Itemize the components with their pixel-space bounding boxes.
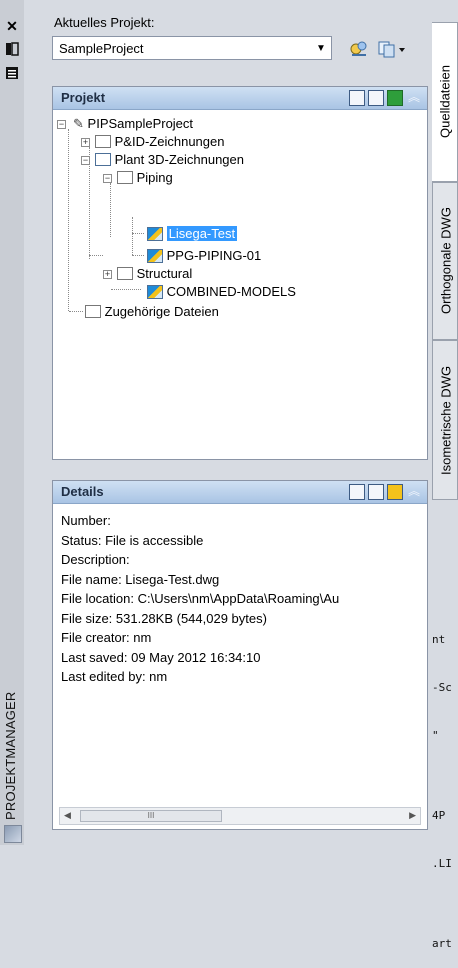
tree-node-ppg-piping[interactable]: PPG-PIPING-01 (147, 247, 261, 265)
background-command-text: nt -Sc " 4P .LI art (432, 600, 458, 968)
detail-file-name: File name: Lisega-Test.dwg (61, 571, 220, 587)
details-text: Number: Status: File is accessible Descr… (61, 511, 427, 687)
collapse-toggle[interactable]: − (81, 156, 90, 165)
chevron-down-icon: ▼ (316, 43, 326, 54)
project-panel-header: Projekt ︽ (53, 87, 427, 110)
new-drawing-icon[interactable] (349, 90, 365, 106)
details-horizontal-scrollbar[interactable]: ◀ III ▶ (59, 807, 421, 825)
code-line: nt (432, 633, 446, 646)
details-panel-title: Details (61, 484, 104, 499)
tab-orthographic-dwg[interactable]: Orthogonale DWG (432, 182, 458, 340)
tree-node-label: Zugehörige Dateien (104, 304, 219, 319)
scroll-thumb[interactable]: III (80, 810, 222, 822)
detail-description: Description: (61, 552, 130, 567)
tree-node-label: Structural (136, 266, 193, 281)
tree-node-label: PIPSampleProject (87, 116, 194, 131)
tree-node-label-selected: Lisega-Test (166, 226, 238, 241)
code-line: " (432, 729, 439, 742)
palette-title: PROJEKTMANAGER (3, 691, 18, 820)
folder-icon (117, 267, 133, 281)
tree-node-label: Plant 3D-Zeichnungen (114, 152, 244, 167)
project-manager-palette: Aktuelles Projekt: SampleProject ▼ Proje… (24, 0, 430, 845)
preview-view-icon[interactable] (368, 484, 384, 500)
refresh-icon[interactable] (387, 90, 403, 106)
tree-node-label: PPG-PIPING-01 (166, 248, 262, 263)
detail-status: Status: File is accessible (61, 532, 204, 548)
detail-file-size: File size: 531.28KB (544,029 bytes) (61, 610, 267, 626)
tab-isometric-dwg[interactable]: Isometrische DWG (432, 340, 458, 500)
tree-node-lisega-test[interactable]: Lisega-Test (147, 225, 238, 243)
thumbnail-view-icon[interactable] (387, 484, 403, 500)
code-line: -Sc (432, 681, 452, 694)
tree-node-related-files[interactable]: Zugehörige Dateien (85, 303, 219, 321)
collapse-icon[interactable]: ︽ (407, 90, 421, 104)
tree-node-piping[interactable]: − Piping (103, 169, 173, 187)
collapse-toggle[interactable]: − (103, 174, 112, 183)
current-project-label: Aktuelles Projekt: (54, 15, 155, 30)
code-line: 4P (432, 809, 446, 822)
project-panel-title: Projekt (61, 90, 106, 105)
close-icon[interactable]: ✕ (4, 18, 20, 34)
tree-node-label: Piping (136, 170, 173, 185)
dwg-file-icon (147, 248, 163, 263)
properties-icon[interactable] (4, 66, 20, 82)
autohide-icon[interactable] (4, 42, 20, 58)
plant3d-icon (95, 153, 111, 167)
tab-label: Isometrische DWG (438, 365, 454, 475)
detail-file-creator: File creator: nm (61, 630, 152, 645)
details-panel: Details ︽ Number: Status: File is access… (52, 480, 428, 830)
tab-label: Quelldateien (437, 65, 453, 139)
tree-node-structural[interactable]: + Structural (103, 265, 193, 283)
tab-label: Orthogonale DWG (438, 207, 454, 315)
detail-file-location: File location: C:\Users\nm\AppData\Roami… (61, 591, 340, 606)
details-view-icon[interactable] (349, 484, 365, 500)
detail-last-saved: Last saved: 09 May 2012 16:34:10 (61, 649, 261, 665)
tab-source-files[interactable]: Quelldateien (432, 22, 458, 182)
current-project-dropdown[interactable]: SampleProject ▼ (52, 36, 332, 60)
palette-menu-icon[interactable] (4, 825, 22, 843)
scroll-left-icon[interactable]: ◀ (64, 810, 71, 821)
pid-drawings-icon (95, 135, 111, 149)
folder-icon (85, 305, 101, 319)
detail-last-edited: Last edited by: nm (61, 669, 168, 684)
scroll-right-icon[interactable]: ▶ (409, 810, 416, 821)
expand-toggle[interactable]: + (81, 138, 90, 147)
expand-toggle[interactable]: + (103, 270, 112, 279)
tree-node-label: P&ID-Zeichnungen (114, 134, 225, 149)
tree-node-project[interactable]: − ✎ PIPSampleProject (57, 115, 194, 133)
dwg-file-icon (147, 284, 163, 299)
copy-drawing-icon[interactable] (368, 90, 384, 106)
project-setup-button[interactable] (346, 38, 372, 60)
collapse-icon[interactable]: ︽ (407, 484, 421, 498)
dwg-file-icon (147, 226, 163, 241)
current-project-value: SampleProject (59, 41, 144, 56)
code-line: .LI (432, 857, 452, 870)
detail-number: Number: (61, 513, 111, 528)
collapse-toggle[interactable]: − (57, 120, 66, 129)
project-menu-button[interactable] (375, 38, 409, 60)
project-icon: ✎ (73, 116, 84, 131)
tree-node-label: COMBINED-MODELS (166, 284, 296, 299)
tree-node-plant3d[interactable]: − Plant 3D-Zeichnungen (81, 151, 244, 169)
tree-node-combined-models[interactable]: COMBINED-MODELS (147, 283, 296, 301)
tree-node-pid[interactable]: + P&ID-Zeichnungen (81, 133, 225, 151)
project-setup-icon (350, 41, 367, 56)
code-line: art (432, 937, 452, 950)
left-toolbar-strip: ✕ PROJEKTMANAGER (0, 0, 25, 845)
folder-icon (117, 171, 133, 185)
project-tree-panel: Projekt ︽ − ✎ PIPSampleProject + P&ID-Ze… (52, 86, 428, 460)
details-panel-header: Details ︽ (53, 481, 427, 504)
copy-project-icon (378, 41, 405, 58)
